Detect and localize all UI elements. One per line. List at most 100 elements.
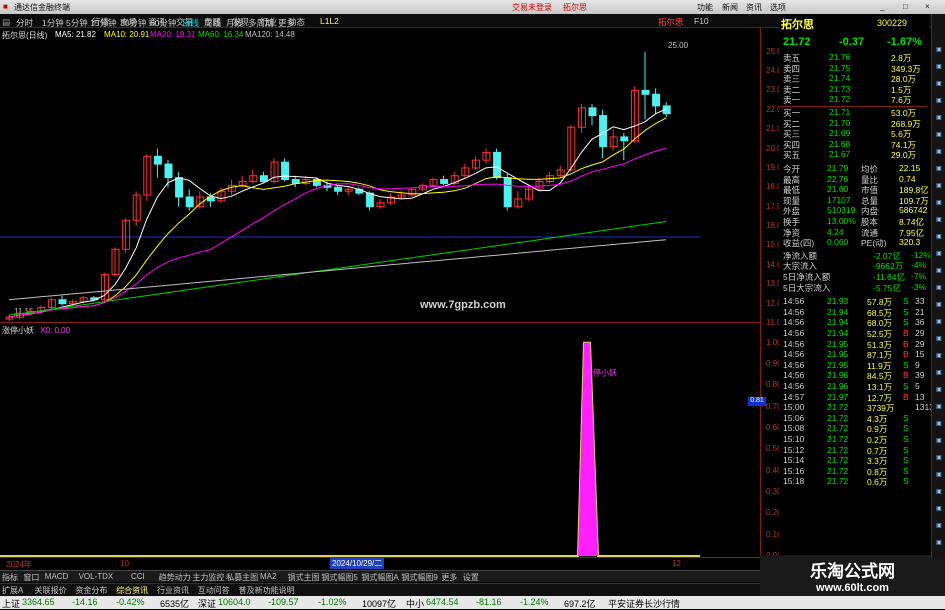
toolbar-icon[interactable]: ▣ <box>934 44 944 56</box>
kline-chart[interactable]: 25.00 11.15 www.7gpzb.com <box>0 40 760 323</box>
toolbar-icon[interactable]: ▣ <box>934 78 944 90</box>
toolbar-icon[interactable]: ▣ <box>934 248 944 260</box>
indicator-tab[interactable]: 指标 <box>2 572 18 583</box>
tick-row: 15:00 21.72 3739万 1313 <box>781 402 934 413</box>
period-tab-active[interactable]: 日线 <box>182 17 199 29</box>
info-tab[interactable]: 关联报价 <box>35 585 67 596</box>
toolbar-icon[interactable]: ▣ <box>934 486 944 498</box>
signal-label: 涨停小妖 <box>585 367 617 377</box>
quote-pct: -1.67% <box>887 36 922 48</box>
toolbar-icon[interactable]: ▣ <box>934 112 944 124</box>
toolbar-icon[interactable]: ▣ <box>934 299 944 311</box>
toolbar-icon[interactable]: ▣ <box>934 469 944 481</box>
toolbar-icon[interactable]: ▣ <box>934 265 944 277</box>
toolbar-icon[interactable]: ▣ <box>934 180 944 192</box>
period-tab[interactable]: 更多 <box>278 17 295 29</box>
list-icon[interactable]: ▤ <box>2 17 10 28</box>
stat-label: 收益(四) <box>783 238 815 249</box>
candle-body <box>122 219 131 250</box>
tick-row: 14:56 21.96 84.5万 B 39 <box>781 370 929 381</box>
flow-row: 大宗流入 -9662万 -4% <box>781 260 929 271</box>
toolbar-icon[interactable]: ▣ <box>934 129 944 141</box>
tick-row: 14:56 21.96 13.1万 S 5 <box>781 381 929 392</box>
indicator-tab[interactable]: CCI <box>131 572 145 581</box>
indicator-tab[interactable]: MACD <box>45 572 69 581</box>
indicator-tab[interactable]: 窗口 <box>23 572 39 583</box>
bid-price: 21.71 <box>829 107 851 117</box>
info-tab[interactable]: 资金分布 <box>75 585 107 596</box>
pane-separator <box>0 322 760 323</box>
candle-body <box>493 151 502 179</box>
toolbar-icon[interactable]: ▣ <box>934 520 944 532</box>
status-item: 6474.54 <box>426 597 459 607</box>
period-tab[interactable]: 1分钟 <box>42 17 64 29</box>
stock-name-link[interactable]: 拓尔思 <box>563 2 587 13</box>
indicator-tab[interactable]: 钢式幅图A <box>361 572 398 583</box>
trade-login-link[interactable]: 交易未登录 <box>512 2 552 13</box>
indicator-tab[interactable]: 趋势动力 <box>159 572 191 583</box>
flow-pct: -3% <box>911 281 927 292</box>
period-tab[interactable]: 5分钟 <box>66 17 88 29</box>
right-toolbar: ▣ ▣ ▣ ▣ ▣ ▣ ▣ ▣ ▣ ▣ ▣ ▣ ▣ ▣ ▣ ▣ ▣ ▣ ▣ ▣ ▣ ▣ ▣ ▣ ▣ ▣ ▣ ▣ ▣ ▣ <box>931 14 945 559</box>
toolbar-icon[interactable]: ▣ <box>934 537 944 549</box>
info-tab[interactable]: 行业资讯 <box>157 585 189 596</box>
menu-options[interactable]: 选项 <box>770 2 786 13</box>
brand-banner: 乐淘公式网 www.60lt.com <box>760 555 945 597</box>
toolbar-icon[interactable]: ▣ <box>934 503 944 515</box>
indicator-tab[interactable]: 私募主图 <box>226 572 258 583</box>
period-tab[interactable]: 周线 <box>204 17 221 29</box>
indicator-tab[interactable]: 主力监控 <box>192 572 224 583</box>
minimize-button[interactable]: _ <box>880 2 884 11</box>
toolbar-icon[interactable]: ▣ <box>934 95 944 107</box>
status-item: 中小 <box>406 599 425 609</box>
toolbar-icon[interactable]: ▣ <box>934 350 944 362</box>
indicator-tab[interactable]: 钢式幅图5 <box>321 572 357 583</box>
toolbar-icon[interactable]: ▣ <box>934 231 944 243</box>
toolbar-icon[interactable]: ▣ <box>934 214 944 226</box>
info-tab[interactable]: 普及新功能说明 <box>239 585 295 596</box>
period-tab[interactable]: 分时 <box>16 17 33 29</box>
tick-count: 39 <box>915 370 925 381</box>
menu-info[interactable]: 资讯 <box>746 2 762 13</box>
status-bar: 上证 3364.65 -14.16 -0.42% 6535亿 深证 10604.0 -109.… <box>0 596 945 609</box>
maximize-button[interactable]: □ <box>903 2 908 11</box>
toolbar-icon[interactable]: ▣ <box>934 163 944 175</box>
toolbar-icon[interactable]: ▣ <box>934 435 944 447</box>
toolbar-icon[interactable]: ▣ <box>934 282 944 294</box>
period-tab[interactable]: 月线 <box>226 17 243 29</box>
menu-function[interactable]: 功能 <box>697 2 713 13</box>
indicator-tab[interactable]: VOL-TDX <box>79 572 114 581</box>
toolbar-icon[interactable]: ▣ <box>934 418 944 430</box>
menu-news[interactable]: 新闻 <box>722 2 738 13</box>
period-tab[interactable]: 多周期 <box>248 17 274 29</box>
toolbar-icon[interactable]: ▣ <box>934 146 944 158</box>
info-tab[interactable]: 扩展A <box>2 585 23 596</box>
info-tab[interactable]: 综合资讯 <box>116 585 148 596</box>
period-tab[interactable]: 15分钟 <box>90 17 116 29</box>
tick-side: S <box>903 476 909 487</box>
indicator-chart[interactable]: 涨停小妖 <box>0 330 760 566</box>
info-tab[interactable]: 互动问答 <box>198 585 230 596</box>
toolbar-icon[interactable]: ▣ <box>934 384 944 396</box>
tick-price: 21.72 <box>827 444 849 455</box>
period-tab[interactable]: 30分钟 <box>120 17 146 29</box>
indicator-tab[interactable]: MA2 <box>260 572 276 581</box>
period-tab[interactable]: 60分钟 <box>150 17 176 29</box>
indicator-tab[interactable]: 更多 <box>441 572 457 583</box>
close-button[interactable]: × <box>925 2 930 11</box>
toolbar-icon[interactable]: ▣ <box>934 333 944 345</box>
f10-button[interactable]: F10 <box>694 16 709 26</box>
flow-row: 净流入额 -2.07亿 -12% <box>781 250 931 261</box>
indicator-tab[interactable]: 钢式主图 <box>288 572 320 583</box>
indicator-tab[interactable]: 设置 <box>463 572 479 583</box>
toolbar-icon[interactable]: ▣ <box>934 401 944 413</box>
quote-change: -0.37 <box>839 36 865 48</box>
toolbar-icon[interactable]: ▣ <box>934 452 944 464</box>
toolbar-icon[interactable]: ▣ <box>934 61 944 73</box>
toolbar-icon[interactable]: ▣ <box>934 197 944 209</box>
tick-price: 21.94 <box>827 317 849 328</box>
toolbar-icon[interactable]: ▣ <box>934 316 944 328</box>
stat-value: 4.24 <box>827 226 844 237</box>
toolbar-icon[interactable]: ▣ <box>934 367 944 379</box>
indicator-tab[interactable]: 钢式幅图9 <box>401 572 437 583</box>
